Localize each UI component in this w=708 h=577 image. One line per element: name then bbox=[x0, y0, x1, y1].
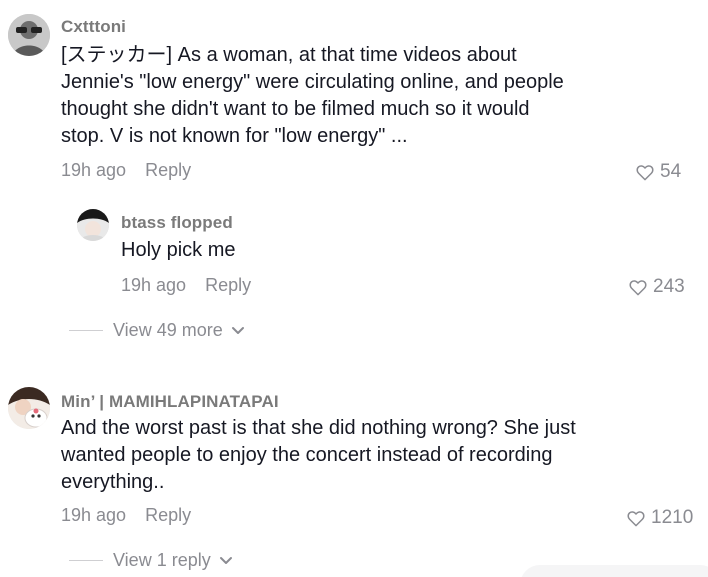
comment-text: Holy pick me bbox=[121, 239, 236, 261]
username[interactable]: Cxtttoni bbox=[61, 17, 126, 37]
comment-meta: 19h ago Reply bbox=[61, 160, 191, 181]
view-more-replies[interactable]: View 49 more bbox=[69, 320, 245, 341]
like-count: 243 bbox=[653, 276, 685, 297]
like-button[interactable]: 243 bbox=[629, 276, 685, 298]
timestamp: 19h ago bbox=[61, 160, 127, 180]
timestamp: 19h ago bbox=[121, 275, 187, 295]
comment-meta: 19h ago Reply bbox=[121, 275, 251, 296]
like-count: 54 bbox=[660, 161, 682, 182]
view-replies[interactable]: View 1 reply bbox=[69, 550, 233, 571]
avatar[interactable] bbox=[77, 209, 109, 241]
avatar[interactable] bbox=[8, 387, 50, 429]
chevron-down-icon bbox=[231, 326, 244, 334]
chevron-down-icon bbox=[219, 556, 232, 564]
comment-meta: 19h ago Reply bbox=[61, 505, 191, 526]
like-button[interactable]: 54 bbox=[636, 161, 681, 183]
reply-button[interactable]: Reply bbox=[145, 505, 191, 525]
reply-button[interactable]: Reply bbox=[145, 160, 191, 180]
comment-text: [ステッカー] As a woman, at that time videos … bbox=[61, 44, 564, 147]
username[interactable]: Min’ | MAMIHLAPINATAPAI bbox=[61, 392, 279, 412]
view-replies-label: View 1 reply bbox=[113, 550, 211, 570]
avatar[interactable] bbox=[8, 14, 50, 56]
timestamp: 19h ago bbox=[61, 505, 127, 525]
comments-panel: Cxtttoni [ステッカー] As a woman, at that tim… bbox=[0, 0, 708, 577]
input-area-edge bbox=[520, 565, 708, 577]
comment-text: And the worst past is that she did nothi… bbox=[61, 417, 576, 493]
divider bbox=[69, 560, 103, 561]
heart-outline-icon bbox=[629, 279, 647, 295]
heart-outline-icon bbox=[627, 510, 645, 526]
divider bbox=[69, 330, 103, 331]
like-count: 1210 bbox=[651, 507, 694, 528]
reply-button[interactable]: Reply bbox=[205, 275, 251, 295]
heart-outline-icon bbox=[636, 164, 654, 180]
like-button[interactable]: 1210 bbox=[627, 507, 693, 529]
username[interactable]: btass flopped bbox=[121, 213, 233, 233]
view-more-label: View 49 more bbox=[113, 320, 223, 340]
